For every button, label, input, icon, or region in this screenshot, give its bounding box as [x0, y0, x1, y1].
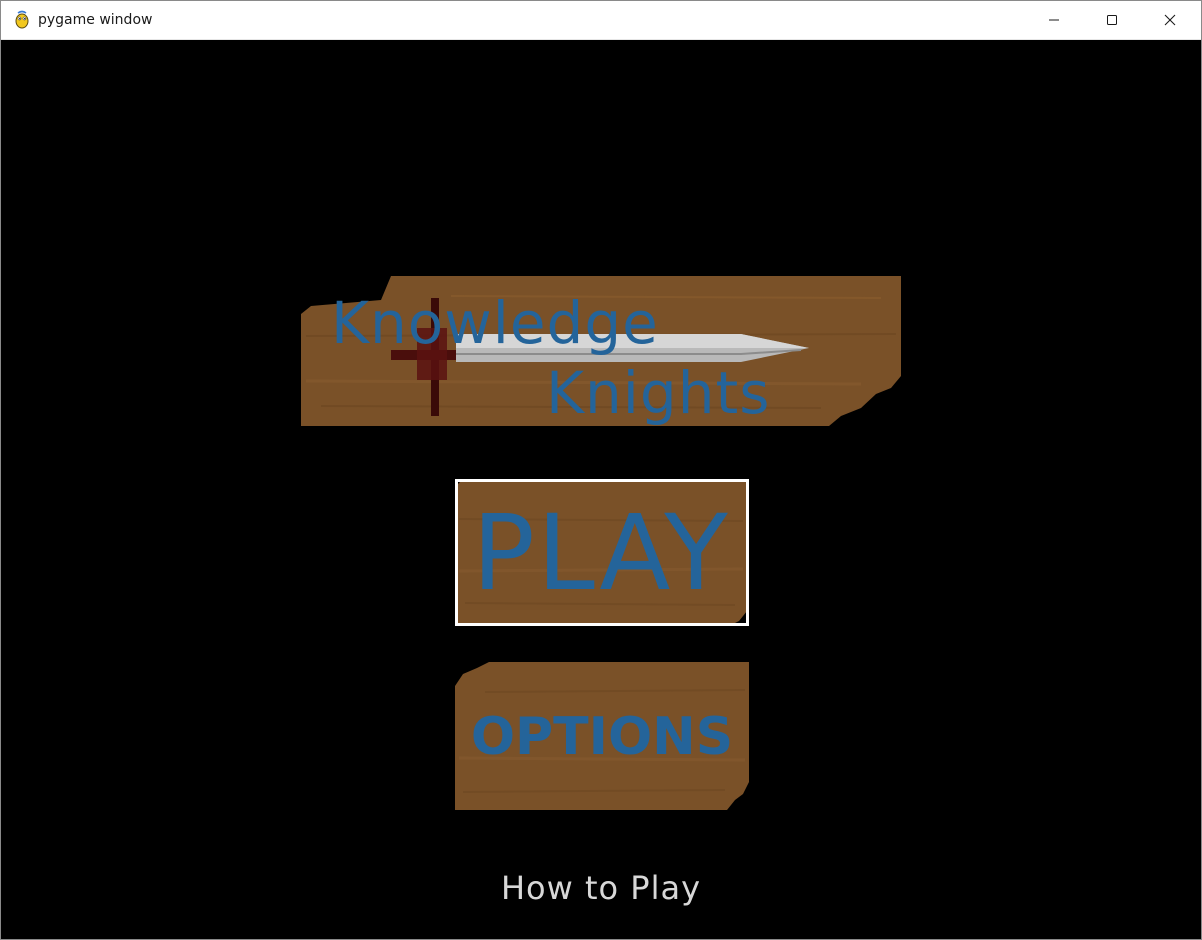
- logo-title-line2: Knights: [546, 359, 771, 427]
- minimize-icon: [1049, 19, 1059, 21]
- maximize-icon: [1107, 15, 1117, 25]
- window-title: pygame window: [38, 12, 153, 28]
- options-button[interactable]: OPTIONS: [455, 664, 749, 810]
- selection-frame: [455, 479, 749, 626]
- minimize-button[interactable]: [1025, 1, 1083, 39]
- maximize-button[interactable]: [1083, 1, 1141, 39]
- game-canvas[interactable]: Knowledge Knights PLAY OPTIONS How to Pl…: [1, 40, 1201, 939]
- how-to-play-link[interactable]: How to Play: [401, 868, 801, 908]
- close-button[interactable]: [1141, 1, 1199, 39]
- title-bar[interactable]: pygame window: [1, 1, 1201, 40]
- logo-title-line1: Knowledge: [331, 289, 659, 357]
- pygame-snake-icon: [15, 10, 29, 29]
- close-icon: [1164, 14, 1176, 26]
- app-window: pygame window Knowledge Knights PLAY OPT…: [0, 0, 1202, 940]
